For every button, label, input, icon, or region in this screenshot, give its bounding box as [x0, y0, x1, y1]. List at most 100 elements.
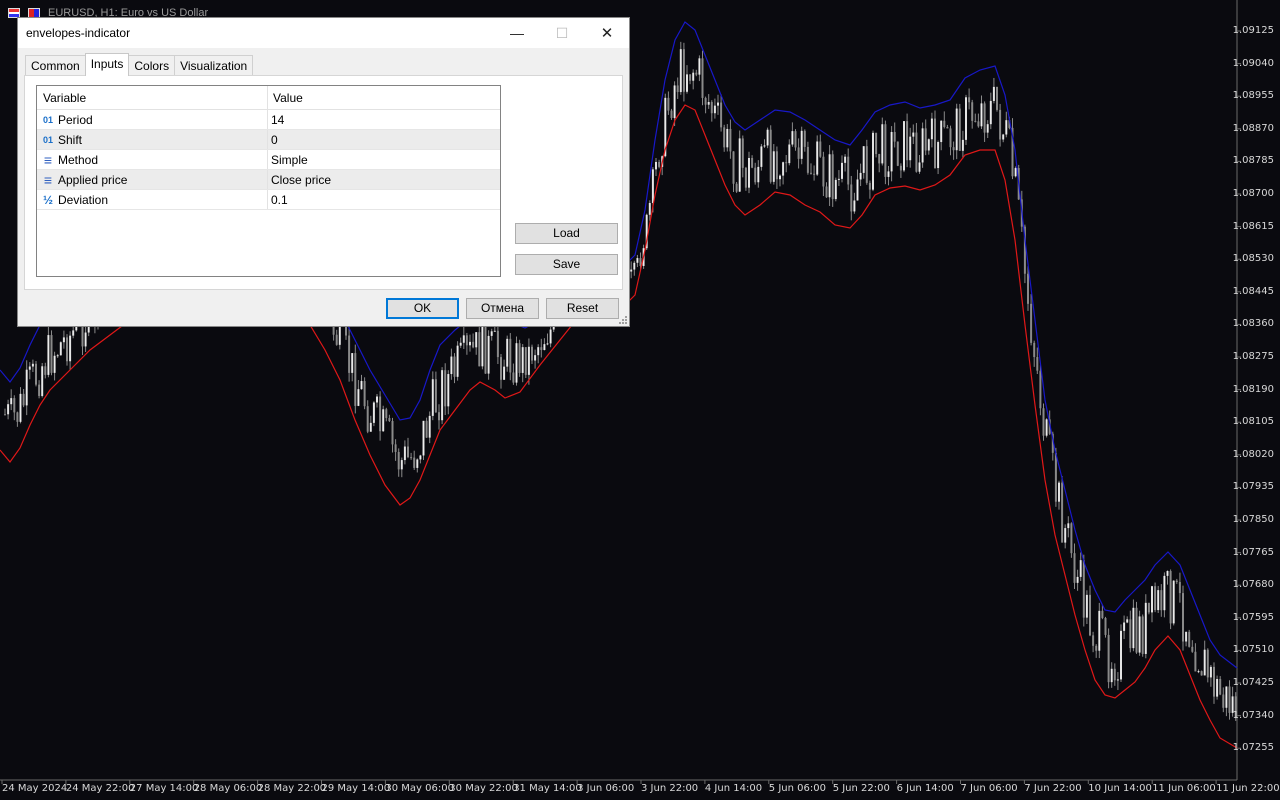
candle-body: [1014, 168, 1017, 177]
ok-button[interactable]: OK: [386, 298, 459, 319]
time-axis-label: 4 Jun 14:00: [704, 783, 763, 794]
value-cell[interactable]: Close price: [267, 170, 500, 189]
candle-body: [738, 138, 741, 192]
candle-body: [1160, 590, 1163, 611]
candle-body: [788, 144, 791, 164]
candle-body: [59, 342, 62, 356]
candle-body: [534, 355, 537, 361]
candle-body: [682, 49, 685, 92]
candle-body: [974, 120, 977, 122]
time-axis-label: 28 May 22:00: [257, 783, 327, 794]
price-axis-label: 1.07255: [1232, 742, 1274, 754]
candle-body: [1036, 357, 1039, 371]
column-value[interactable]: Value: [267, 86, 501, 109]
candle-body: [875, 132, 878, 155]
column-variable[interactable]: Variable: [37, 86, 267, 109]
candle-body: [961, 139, 964, 151]
candle-body: [819, 141, 822, 157]
candle-body: [1058, 482, 1060, 502]
tab-colors[interactable]: Colors: [128, 55, 176, 76]
candle-body: [391, 421, 394, 445]
row-period[interactable]: 01 Period 14: [37, 110, 500, 130]
reset-button[interactable]: Reset: [546, 298, 619, 319]
row-applied-price[interactable]: ≡ Applied price Close price: [37, 170, 500, 190]
candle-body: [701, 58, 704, 98]
candle-body: [912, 132, 915, 137]
candle-body: [1126, 619, 1129, 623]
candle-body: [1175, 580, 1178, 583]
candle-body: [1129, 619, 1132, 649]
column-variable-label: Variable: [43, 91, 87, 105]
row-method[interactable]: ≡ Method Simple: [37, 150, 500, 170]
load-button[interactable]: Load: [515, 223, 618, 244]
enum-type-icon: ≡: [43, 171, 53, 188]
candle-body: [1098, 610, 1101, 651]
candle-body: [729, 128, 732, 152]
candle-body: [834, 179, 837, 200]
candle-body: [1178, 582, 1181, 594]
resize-grip-icon[interactable]: [619, 316, 627, 324]
value-cell[interactable]: Simple: [267, 150, 500, 169]
candle-body: [689, 74, 692, 81]
candle-body: [1172, 580, 1175, 624]
tab-inputs[interactable]: Inputs: [84, 53, 130, 76]
candle-body: [1151, 586, 1153, 613]
close-button[interactable]: ✕: [584, 18, 630, 48]
row-deviation[interactable]: ½ Deviation 0.1: [37, 190, 500, 210]
row-variable-cell: ≡ Applied price: [37, 170, 267, 189]
envelopes-indicator-dialog: envelopes-indicator — ☐ ✕ Common Inputs …: [17, 17, 630, 327]
candle-body: [865, 146, 868, 183]
save-button[interactable]: Save: [515, 254, 618, 275]
candle-body: [915, 132, 918, 172]
candle-body: [10, 398, 13, 405]
candle-body: [1005, 120, 1008, 135]
minimize-button[interactable]: —: [494, 18, 540, 48]
candle-body: [769, 129, 772, 182]
price-axis-label: 1.08955: [1232, 90, 1274, 102]
candle-body: [425, 420, 428, 438]
candle-body: [723, 127, 726, 148]
value-cell[interactable]: 0.1: [267, 190, 500, 209]
candle-body: [1045, 419, 1048, 436]
candle-body: [893, 132, 896, 142]
tab-visualization[interactable]: Visualization: [174, 55, 254, 76]
candle-body: [465, 335, 468, 346]
cancel-button[interactable]: Отмена: [466, 298, 539, 319]
candle-body: [41, 366, 44, 396]
candle-body: [692, 72, 695, 81]
candle-body: [47, 335, 50, 375]
candle-body: [357, 389, 360, 406]
price-axis-label: 1.07680: [1232, 579, 1274, 591]
candle-body: [844, 156, 847, 163]
candle-body: [704, 97, 707, 105]
time-axis-label: 7 Jun 06:00: [960, 783, 1018, 794]
candle-body: [847, 156, 850, 185]
candle-body: [1166, 571, 1169, 576]
time-axis-label: 24 May 22:00: [65, 783, 135, 794]
candle-body: [1116, 679, 1119, 681]
candle-body: [456, 345, 459, 377]
time-axis-label: 11 Jun 22:00: [1216, 783, 1280, 794]
tab-common[interactable]: Common: [25, 55, 86, 76]
candle-body: [782, 162, 785, 176]
value-cell[interactable]: 14: [267, 110, 500, 129]
grid-header: Variable Value: [37, 86, 500, 110]
dialog-titlebar[interactable]: envelopes-indicator — ☐ ✕: [18, 18, 629, 48]
candle-body: [1191, 646, 1194, 652]
candle-body: [927, 139, 930, 151]
price-axis-label: 1.08445: [1232, 285, 1274, 297]
candle-body: [66, 337, 68, 362]
candle-body: [856, 179, 859, 201]
candle-body: [521, 347, 524, 373]
candle-body: [859, 172, 862, 180]
value-cell[interactable]: 0: [267, 130, 500, 149]
candle-body: [453, 356, 456, 377]
candle-body: [1073, 553, 1076, 583]
candle-body: [887, 171, 890, 177]
candle-body: [1147, 602, 1150, 613]
candle-body: [1089, 594, 1091, 636]
candle-body: [1219, 679, 1222, 695]
candle-body: [686, 74, 688, 92]
candle-body: [444, 370, 447, 407]
row-shift[interactable]: 01 Shift 0: [37, 130, 500, 150]
